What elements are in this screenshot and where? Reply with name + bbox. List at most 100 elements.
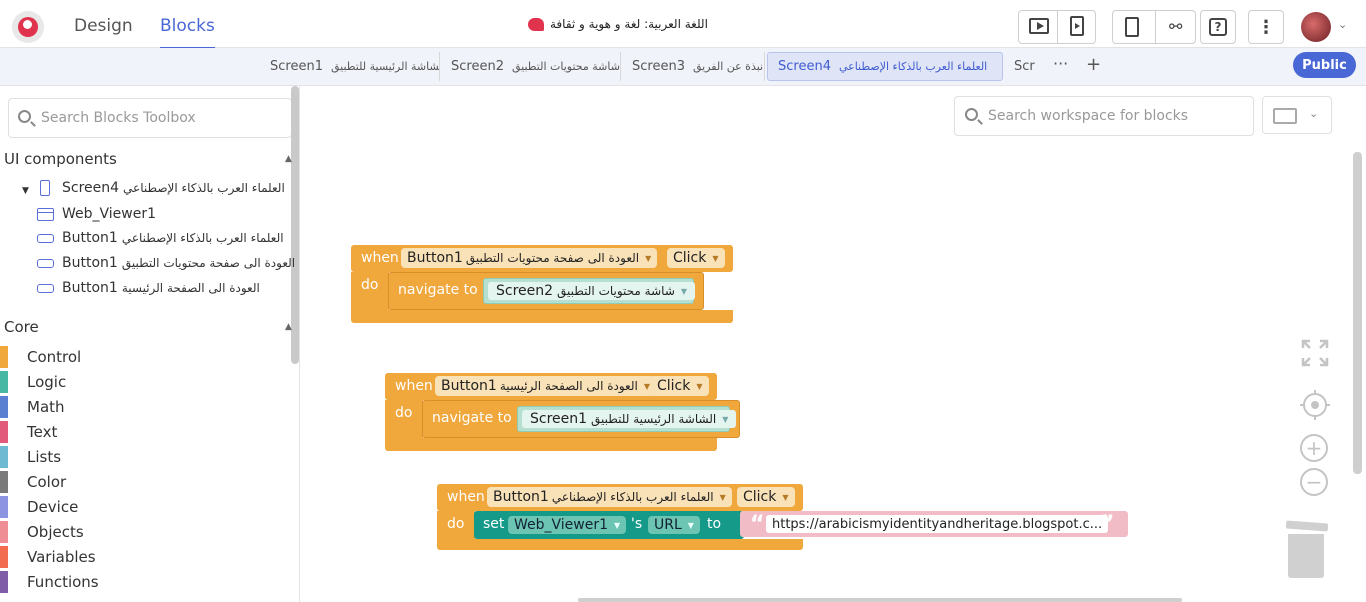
core-category-text[interactable]: Text: [0, 421, 57, 443]
project-title: اللغة العربية: لغة و هوية و ثقافة: [528, 17, 708, 31]
tab-screen4[interactable]: Screen4 العلماء العرب بالذكاء الإصطناعي: [767, 52, 1003, 81]
event-dropdown[interactable]: Click ▼: [737, 487, 795, 507]
core-category-logic[interactable]: Logic: [0, 371, 66, 393]
category-color-swatch: [0, 471, 8, 493]
tree-item-web-viewer[interactable]: Web_Viewer1: [37, 206, 156, 222]
search-icon: [965, 108, 978, 121]
screen-dropdown[interactable]: Screen2 شاشة محتويات التطبيق ▼: [488, 282, 696, 300]
when-label: when: [447, 489, 485, 505]
event-block-button-click[interactable]: when Button1 العودة الى صفحة محتويات التط…: [351, 245, 733, 323]
workspace-scrollbar-vertical[interactable]: [1353, 152, 1362, 474]
export-icon[interactable]: [1125, 17, 1139, 37]
core-category-objects[interactable]: Objects: [0, 521, 84, 543]
core-category-label: Functions: [27, 573, 99, 591]
add-screen-icon[interactable]: +: [1086, 54, 1101, 75]
screen-icon: [40, 180, 50, 196]
app-logo-icon[interactable]: [12, 11, 44, 43]
dropdown-arrow-icon: ▼: [680, 286, 688, 296]
core-category-label: Variables: [27, 548, 96, 566]
more-tabs-icon[interactable]: ···: [1053, 54, 1068, 73]
component-dropdown[interactable]: Button1 العلماء العرب بالذكاء الإصطناعي ▼: [487, 487, 732, 507]
core-category-variables[interactable]: Variables: [0, 546, 96, 568]
device-preview-select[interactable]: ⌄: [1262, 96, 1332, 134]
blocks-workspace[interactable]: Search workspace for blocks ⌄ + − when B…: [300, 86, 1366, 602]
category-color-swatch: [0, 396, 8, 418]
fit-screen-icon[interactable]: [1301, 339, 1329, 367]
chevron-down-icon[interactable]: ⌄: [1338, 18, 1347, 31]
navigate-block[interactable]: navigate to Screen1 الشاشة الرئيسية للتطب…: [422, 400, 740, 438]
trash-icon[interactable]: [1288, 534, 1324, 578]
do-label: do: [361, 277, 379, 293]
screen-picker-block[interactable]: Screen1 الشاشة الرئيسية للتطبيق ▼: [517, 406, 737, 432]
tab-screen5[interactable]: Scr: [1004, 52, 1038, 81]
export-share-group: ⚯: [1112, 10, 1196, 44]
dropdown-arrow-icon: ▼: [782, 492, 789, 502]
core-heading[interactable]: Core: [4, 318, 39, 336]
toolbox-search-input[interactable]: Search Blocks Toolbox: [8, 98, 292, 138]
blocks-tab[interactable]: Blocks: [160, 16, 215, 49]
collapse-icon[interactable]: ▲: [285, 322, 292, 332]
phone-preview-icon[interactable]: [1070, 16, 1084, 36]
tab-screen2[interactable]: Screen2 شاشة محتويات التطبيق: [441, 52, 621, 81]
help-icon: ?: [1209, 18, 1227, 36]
center-target-icon[interactable]: [1300, 390, 1330, 420]
top-bar: Design Blocks اللغة العربية: لغة و هوية …: [0, 0, 1366, 49]
close-quote-icon: ”: [1100, 512, 1115, 537]
tree-item-button[interactable]: Button1 العلماء العرب بالذكاء الإصطناعي: [37, 230, 284, 246]
web-viewer-icon: [37, 207, 54, 221]
monitor-icon: [1273, 108, 1297, 124]
tab-screen1[interactable]: Screen1 الشاشة الرئيسية للتطبيق: [260, 52, 440, 81]
sidebar-scrollbar[interactable]: [291, 86, 299, 364]
share-icon[interactable]: ⚯: [1169, 17, 1182, 36]
category-color-swatch: [0, 496, 8, 518]
design-tab[interactable]: Design: [74, 16, 133, 36]
event-block-button-click[interactable]: when Button1 العلماء العرب بالذكاء الإصطن…: [437, 484, 1129, 552]
dropdown-arrow-icon: ▼: [687, 520, 694, 530]
zoom-out-icon[interactable]: −: [1300, 468, 1328, 496]
open-quote-icon: “: [750, 512, 765, 537]
zoom-in-icon[interactable]: +: [1300, 434, 1328, 462]
workspace-scrollbar-horizontal[interactable]: [578, 598, 1182, 602]
ui-components-heading[interactable]: UI components: [4, 150, 117, 168]
core-category-functions[interactable]: Functions: [0, 571, 99, 593]
workspace-search-input[interactable]: Search workspace for blocks: [954, 96, 1254, 136]
event-dropdown[interactable]: Click ▼: [651, 376, 709, 396]
navigate-block[interactable]: navigate to Screen2 شاشة محتويات التطبيق ▼: [388, 272, 704, 310]
property-dropdown[interactable]: URL ▼: [648, 516, 700, 534]
core-category-color[interactable]: Color: [0, 471, 66, 493]
url-text-field[interactable]: https://arabicismyidentityandheritage.bl…: [766, 515, 1109, 533]
tree-item-button[interactable]: Button1 العودة الى صفحة محتويات التطبيق: [37, 255, 295, 271]
dropdown-arrow-icon: ▼: [722, 414, 729, 424]
more-menu-button[interactable]: ⋮: [1248, 10, 1284, 44]
set-property-block[interactable]: set Web_Viewer1 ▼ 's URL ▼ to: [474, 511, 744, 539]
expand-toggle-icon[interactable]: ▼: [22, 186, 29, 196]
component-dropdown[interactable]: Button1 العودة الى الصفحة الرئيسية ▼: [435, 376, 656, 396]
user-avatar[interactable]: [1301, 12, 1331, 42]
button-icon: [37, 258, 54, 268]
category-color-swatch: [0, 571, 8, 593]
help-button[interactable]: ?: [1200, 10, 1236, 44]
core-category-control[interactable]: Control: [0, 346, 81, 368]
core-category-label: Control: [27, 348, 82, 366]
event-dropdown[interactable]: Click ▼: [667, 248, 725, 268]
core-category-math[interactable]: Math: [0, 396, 65, 418]
screen-picker-block[interactable]: Screen2 شاشة محتويات التطبيق ▼: [483, 278, 696, 304]
category-color-swatch: [0, 371, 8, 393]
collapse-icon[interactable]: ▲: [285, 154, 292, 164]
core-category-label: Device: [27, 498, 79, 516]
tree-item-button[interactable]: Button1 العودة الى الصفحة الرئيسية: [37, 280, 260, 296]
do-label: do: [447, 516, 465, 532]
play-screen-icon[interactable]: [1029, 18, 1049, 34]
text-string-block[interactable]: “ https://arabicismyidentityandheritage.…: [740, 511, 1128, 537]
event-block-button-click[interactable]: when Button1 العودة الى الصفحة الرئيسية ▼ …: [385, 373, 741, 451]
component-dropdown[interactable]: Button1 العودة الى صفحة محتويات التطبيق ▼: [401, 248, 658, 268]
screen-dropdown[interactable]: Screen1 الشاشة الرئيسية للتطبيق ▼: [522, 410, 737, 428]
search-icon: [18, 110, 31, 123]
public-button[interactable]: Public: [1293, 52, 1356, 78]
core-category-device[interactable]: Device: [0, 496, 78, 518]
tab-screen3[interactable]: Screen3 نبذة عن الفريق: [622, 52, 765, 81]
core-category-lists[interactable]: Lists: [0, 446, 61, 468]
core-category-label: Math: [27, 398, 65, 416]
target-component-dropdown[interactable]: Web_Viewer1 ▼: [508, 516, 627, 534]
tree-item-screen4[interactable]: Screen4 العلماء العرب بالذكاء الإصطناعي: [40, 180, 285, 196]
